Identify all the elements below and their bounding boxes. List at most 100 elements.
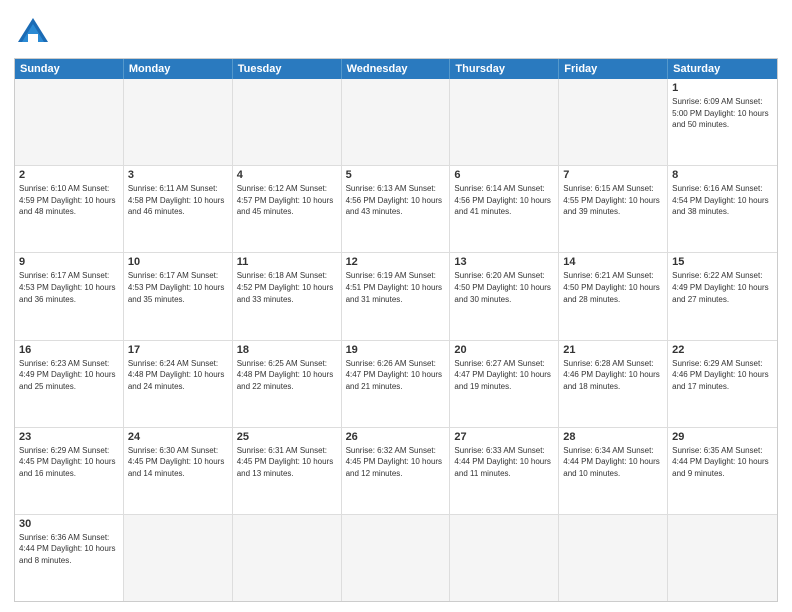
day-info: Sunrise: 6:36 AM Sunset: 4:44 PM Dayligh…: [19, 532, 119, 567]
day-number: 4: [237, 169, 337, 181]
day-number: 11: [237, 256, 337, 268]
day-cell-3: 3Sunrise: 6:11 AM Sunset: 4:58 PM Daylig…: [124, 166, 233, 252]
day-cell-6: 6 Sunrise: 6:14 AM Sunset: 4:56 PM Daylig…: [450, 166, 559, 252]
day-cell-empty-0-1: [124, 79, 233, 165]
day-number: 14: [563, 256, 663, 268]
day-info: Sunrise: 6:29 AM Sunset: 4:46 PM Dayligh…: [672, 358, 773, 393]
day-info: Sunrise: 6:32 AM Sunset: 4:45 PM Dayligh…: [346, 445, 446, 480]
day-cell-empty-5-3: [342, 515, 451, 601]
day-number: 21: [563, 344, 663, 356]
day-number: 8: [672, 169, 773, 181]
day-cell-empty-0-4: [450, 79, 559, 165]
weekday-header-sunday: Sunday: [15, 59, 124, 79]
day-info: Sunrise: 6:13 AM Sunset: 4:56 PM Dayligh…: [346, 183, 446, 218]
weekday-header-tuesday: Tuesday: [233, 59, 342, 79]
day-cell-9: 9Sunrise: 6:17 AM Sunset: 4:53 PM Daylig…: [15, 253, 124, 339]
day-info: Sunrise: 6:09 AM Sunset: 5:00 PM Dayligh…: [672, 96, 773, 131]
calendar-row-4: 23 Sunrise: 6:29 AM Sunset: 4:45 PM Dayli…: [15, 427, 777, 514]
calendar: SundayMondayTuesdayWednesdayThursdayFrid…: [14, 58, 778, 602]
day-number: 19: [346, 344, 446, 356]
day-info: Sunrise: 6:17 AM Sunset: 4:53 PM Dayligh…: [128, 270, 228, 305]
day-cell-18: 18Sunrise: 6:25 AM Sunset: 4:48 PM Dayli…: [233, 341, 342, 427]
day-cell-11: 11 Sunrise: 6:18 AM Sunset: 4:52 PM Dayli…: [233, 253, 342, 339]
day-number: 28: [563, 431, 663, 443]
day-info: Sunrise: 6:24 AM Sunset: 4:48 PM Dayligh…: [128, 358, 228, 393]
day-cell-8: 8 Sunrise: 6:16 AM Sunset: 4:54 PM Daylig…: [668, 166, 777, 252]
day-number: 3: [128, 169, 228, 181]
day-info: Sunrise: 6:19 AM Sunset: 4:51 PM Dayligh…: [346, 270, 446, 305]
day-cell-2: 2 Sunrise: 6:10 AM Sunset: 4:59 PM Daylig…: [15, 166, 124, 252]
day-cell-28: 28 Sunrise: 6:34 AM Sunset: 4:44 PM Dayli…: [559, 428, 668, 514]
day-number: 25: [237, 431, 337, 443]
day-number: 15: [672, 256, 773, 268]
calendar-row-2: 9 Sunrise: 6:17 AM Sunset: 4:53 PM Daylig…: [15, 252, 777, 339]
day-cell-16: 16 Sunrise: 6:23 AM Sunset: 4:49 PM Dayli…: [15, 341, 124, 427]
day-number: 13: [454, 256, 554, 268]
day-cell-empty-0-5: [559, 79, 668, 165]
day-cell-27: 27Sunrise: 6:33 AM Sunset: 4:44 PM Dayli…: [450, 428, 559, 514]
day-info: Sunrise: 6:20 AM Sunset: 4:50 PM Dayligh…: [454, 270, 554, 305]
day-cell-4: 4 Sunrise: 6:12 AM Sunset: 4:57 PM Daylig…: [233, 166, 342, 252]
day-info: Sunrise: 6:28 AM Sunset: 4:46 PM Dayligh…: [563, 358, 663, 393]
weekday-header-thursday: Thursday: [450, 59, 559, 79]
day-cell-empty-5-5: [559, 515, 668, 601]
day-number: 6: [454, 169, 554, 181]
day-cell-empty-5-6: [668, 515, 777, 601]
day-info: Sunrise: 6:22 AM Sunset: 4:49 PM Dayligh…: [672, 270, 773, 305]
day-number: 16: [19, 344, 119, 356]
day-number: 7: [563, 169, 663, 181]
day-info: Sunrise: 6:23 AM Sunset: 4:49 PM Dayligh…: [19, 358, 119, 393]
weekday-header-friday: Friday: [559, 59, 668, 79]
logo-icon: [14, 14, 52, 52]
day-info: Sunrise: 6:30 AM Sunset: 4:45 PM Dayligh…: [128, 445, 228, 480]
day-number: 29: [672, 431, 773, 443]
calendar-row-5: 30Sunrise: 6:36 AM Sunset: 4:44 PM Dayli…: [15, 514, 777, 601]
day-info: Sunrise: 6:14 AM Sunset: 4:56 PM Dayligh…: [454, 183, 554, 218]
day-cell-20: 20Sunrise: 6:27 AM Sunset: 4:47 PM Dayli…: [450, 341, 559, 427]
day-number: 9: [19, 256, 119, 268]
day-cell-13: 13 Sunrise: 6:20 AM Sunset: 4:50 PM Dayli…: [450, 253, 559, 339]
day-cell-24: 24 Sunrise: 6:30 AM Sunset: 4:45 PM Dayli…: [124, 428, 233, 514]
calendar-row-1: 2 Sunrise: 6:10 AM Sunset: 4:59 PM Daylig…: [15, 165, 777, 252]
day-cell-23: 23 Sunrise: 6:29 AM Sunset: 4:45 PM Dayli…: [15, 428, 124, 514]
day-info: Sunrise: 6:15 AM Sunset: 4:55 PM Dayligh…: [563, 183, 663, 218]
day-number: 22: [672, 344, 773, 356]
day-cell-22: 22 Sunrise: 6:29 AM Sunset: 4:46 PM Dayli…: [668, 341, 777, 427]
page: SundayMondayTuesdayWednesdayThursdayFrid…: [0, 0, 792, 612]
day-info: Sunrise: 6:16 AM Sunset: 4:54 PM Dayligh…: [672, 183, 773, 218]
day-cell-7: 7 Sunrise: 6:15 AM Sunset: 4:55 PM Daylig…: [559, 166, 668, 252]
day-info: Sunrise: 6:10 AM Sunset: 4:59 PM Dayligh…: [19, 183, 119, 218]
day-number: 12: [346, 256, 446, 268]
day-number: 23: [19, 431, 119, 443]
day-cell-14: 14 Sunrise: 6:21 AM Sunset: 4:50 PM Dayli…: [559, 253, 668, 339]
day-number: 1: [672, 82, 773, 94]
day-info: Sunrise: 6:34 AM Sunset: 4:44 PM Dayligh…: [563, 445, 663, 480]
day-cell-10: 10 Sunrise: 6:17 AM Sunset: 4:53 PM Dayli…: [124, 253, 233, 339]
logo: [14, 14, 56, 52]
day-number: 2: [19, 169, 119, 181]
day-cell-empty-0-3: [342, 79, 451, 165]
day-info: Sunrise: 6:26 AM Sunset: 4:47 PM Dayligh…: [346, 358, 446, 393]
day-cell-29: 29Sunrise: 6:35 AM Sunset: 4:44 PM Dayli…: [668, 428, 777, 514]
day-info: Sunrise: 6:12 AM Sunset: 4:57 PM Dayligh…: [237, 183, 337, 218]
day-number: 26: [346, 431, 446, 443]
day-number: 18: [237, 344, 337, 356]
header: [14, 10, 778, 52]
day-cell-1: 1 Sunrise: 6:09 AM Sunset: 5:00 PM Daylig…: [668, 79, 777, 165]
day-info: Sunrise: 6:18 AM Sunset: 4:52 PM Dayligh…: [237, 270, 337, 305]
day-cell-5: 5Sunrise: 6:13 AM Sunset: 4:56 PM Daylig…: [342, 166, 451, 252]
calendar-row-3: 16 Sunrise: 6:23 AM Sunset: 4:49 PM Dayli…: [15, 340, 777, 427]
day-info: Sunrise: 6:29 AM Sunset: 4:45 PM Dayligh…: [19, 445, 119, 480]
day-number: 17: [128, 344, 228, 356]
day-cell-empty-0-2: [233, 79, 342, 165]
day-number: 24: [128, 431, 228, 443]
day-cell-empty-0-0: [15, 79, 124, 165]
day-info: Sunrise: 6:21 AM Sunset: 4:50 PM Dayligh…: [563, 270, 663, 305]
day-cell-25: 25Sunrise: 6:31 AM Sunset: 4:45 PM Dayli…: [233, 428, 342, 514]
day-cell-30: 30Sunrise: 6:36 AM Sunset: 4:44 PM Dayli…: [15, 515, 124, 601]
day-cell-21: 21 Sunrise: 6:28 AM Sunset: 4:46 PM Dayli…: [559, 341, 668, 427]
weekday-header-wednesday: Wednesday: [342, 59, 451, 79]
day-cell-15: 15 Sunrise: 6:22 AM Sunset: 4:49 PM Dayli…: [668, 253, 777, 339]
day-number: 10: [128, 256, 228, 268]
day-number: 27: [454, 431, 554, 443]
